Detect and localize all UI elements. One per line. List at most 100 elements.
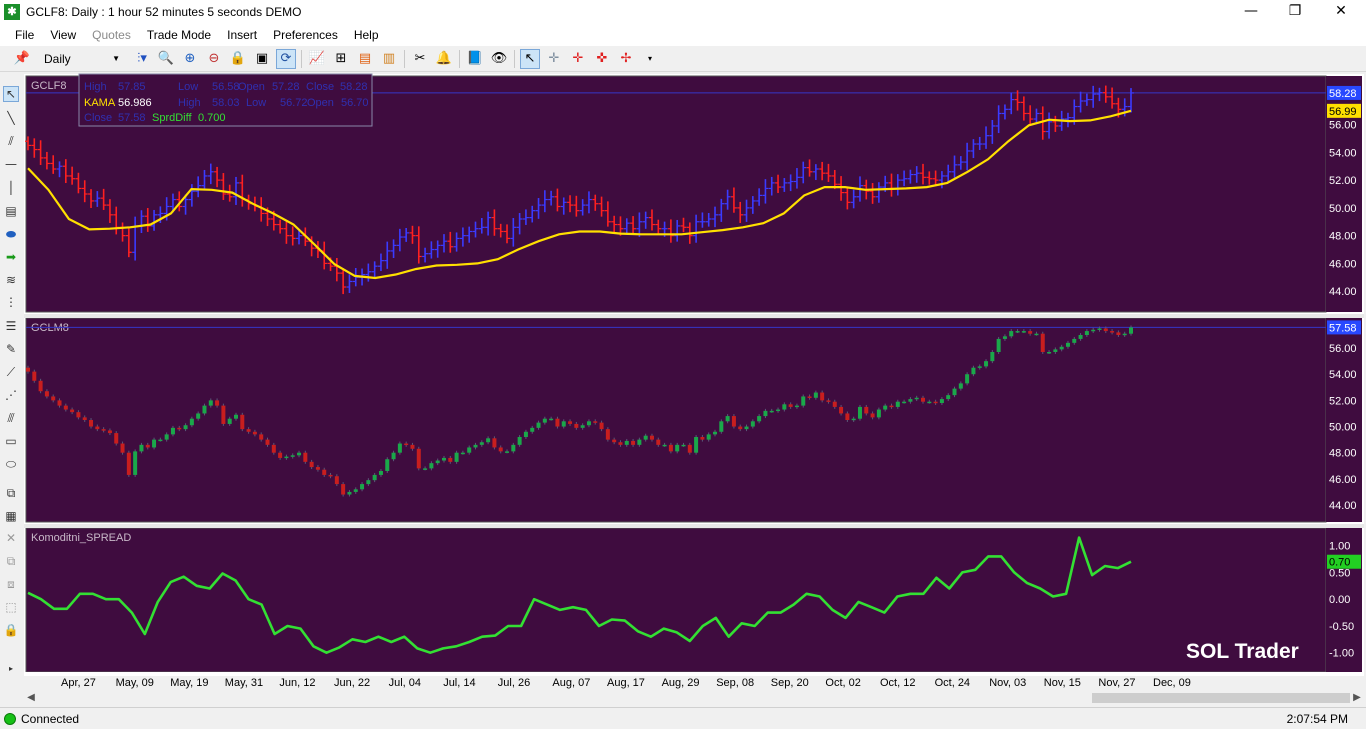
candle-body	[246, 429, 251, 432]
lock-icon[interactable]: 🔒	[228, 49, 248, 69]
candle-body	[372, 474, 377, 481]
candle-body	[460, 452, 465, 455]
candle-body	[763, 410, 768, 417]
zoom-out-icon[interactable]: ⊖	[204, 49, 224, 69]
bar-style-icon[interactable]: ⫶▾	[132, 49, 152, 69]
chart-area[interactable]: GCLF8 56.00 54.00 52.00 50.00 48.00 46.00 44.00…	[24, 73, 1364, 689]
menu-help[interactable]: Help	[346, 25, 387, 45]
chart-canvas[interactable]: GCLF8 56.00 54.00 52.00 50.00 48.00 46.00 44.00…	[24, 73, 1364, 689]
gann-tool-icon[interactable]: ☰	[3, 318, 19, 334]
scroll-left-icon[interactable]: ◀	[24, 690, 38, 706]
select-tool-icon[interactable]: ↖	[3, 86, 19, 102]
candle-body	[706, 434, 711, 440]
candle-body	[555, 418, 560, 427]
overflow-icon[interactable]: ▾	[640, 49, 660, 69]
candle-body	[813, 392, 818, 398]
eye-icon[interactable]: 👁	[489, 49, 509, 69]
y-tick-label: 0.50	[1329, 567, 1350, 579]
crosshair-icon[interactable]: ✛	[544, 49, 564, 69]
horizontal-scrollbar[interactable]: ◀ ▶	[24, 690, 1364, 706]
candle-body	[700, 437, 705, 440]
bar-color-icon[interactable]: ▤	[355, 49, 375, 69]
window-title: GCLF8: Daily : 1 hour 52 minutes 5 secon…	[26, 5, 302, 19]
menu-quotes[interactable]: Quotes	[84, 25, 139, 45]
pin-icon[interactable]: 📌	[12, 49, 32, 69]
selection-box-icon[interactable]: ⬚	[3, 599, 19, 615]
menu-view[interactable]: View	[42, 25, 84, 45]
close-button[interactable]: ✕	[1318, 0, 1364, 24]
menu-preferences[interactable]: Preferences	[265, 25, 346, 45]
candle-body	[378, 471, 383, 475]
zoom-in-icon[interactable]: ⊕	[180, 49, 200, 69]
tools-icon[interactable]: ✂	[410, 49, 430, 69]
candle-body	[586, 421, 591, 426]
candle-body	[284, 456, 289, 459]
candle-body	[794, 405, 799, 408]
crosshair-red3-icon[interactable]: ✢	[616, 49, 636, 69]
pointer-icon[interactable]: ↖	[520, 48, 540, 69]
bell-icon[interactable]: 🔔	[434, 49, 454, 69]
group-tool-icon[interactable]: ⧈	[3, 576, 19, 592]
lock-drawing-icon[interactable]: 🔒	[3, 622, 19, 638]
horizontal-line-icon[interactable]: —	[3, 156, 19, 172]
scrollbar-thumb[interactable]	[1092, 693, 1350, 703]
menu-file[interactable]: File	[7, 25, 42, 45]
candle-body	[681, 444, 686, 447]
crosshair-red2-icon[interactable]: ✜	[592, 49, 612, 69]
candle-body	[240, 414, 245, 430]
x-tick-label: Nov, 15	[1044, 677, 1081, 689]
x-tick-label: Nov, 27	[1098, 677, 1135, 689]
spread-value: 0.70	[1329, 557, 1350, 569]
scroll-right-icon[interactable]: ▶	[1350, 690, 1364, 706]
period-select[interactable]: Daily ▼	[40, 49, 124, 69]
candle-body	[38, 380, 43, 392]
note-tool-icon[interactable]: ▤	[3, 203, 19, 219]
image-tool-icon[interactable]: ▦	[3, 508, 19, 524]
ellipse-fill-icon[interactable]: ⬬	[3, 226, 19, 242]
book-icon[interactable]: 📘	[465, 49, 485, 69]
channel-tool-icon[interactable]: ⫽	[3, 133, 19, 149]
fib-tool-icon[interactable]: ⋮	[3, 294, 19, 310]
minimize-button[interactable]: —	[1228, 0, 1274, 24]
tree-icon[interactable]: ⊞	[331, 49, 351, 69]
maximize-button[interactable]: ❐	[1272, 0, 1318, 24]
y-tick-label: -0.50	[1329, 621, 1354, 633]
candle-body	[360, 484, 365, 490]
candle-body	[1122, 333, 1127, 336]
crosshair-red-icon[interactable]: ✛	[568, 49, 588, 69]
candle-body	[1078, 335, 1083, 339]
draw-mode-icon[interactable]: ⟳	[276, 48, 296, 69]
scroll-down-icon[interactable]: ▸	[3, 660, 19, 676]
bar-chart-icon[interactable]: ▥	[379, 49, 399, 69]
drawing-toolbar: ↖ ╲ ⫽ — │ ▤ ⬬ ➡ ≋ ⋮ ☰ ✎ ⟋ ⋰ ⫻ ▭ ⬭ ⧉ ▦ ✕ …	[0, 78, 22, 676]
candle-body	[769, 410, 774, 413]
ellipse-tool-icon[interactable]: ⬭	[3, 456, 19, 472]
layers-icon[interactable]: ⧉	[3, 485, 19, 501]
indicator-icon[interactable]: 📈	[307, 49, 327, 69]
copy-tool-icon[interactable]: ⧉	[3, 553, 19, 569]
fan-tool-icon[interactable]: ⋰	[3, 387, 19, 403]
candle-body	[511, 444, 516, 452]
parallel-tool-icon[interactable]: ⫻	[3, 410, 19, 426]
connection-status-icon	[4, 712, 16, 725]
candle-body	[233, 414, 238, 419]
zoom-icon[interactable]: 🔍	[156, 49, 176, 69]
candle-body	[1065, 342, 1070, 347]
trend-tool-icon[interactable]: ⟋	[3, 364, 19, 380]
candle-body	[826, 400, 831, 402]
rectangle-tool-icon[interactable]: ▭	[3, 433, 19, 449]
menu-insert[interactable]: Insert	[219, 25, 265, 45]
menu-trade-mode[interactable]: Trade Mode	[139, 25, 219, 45]
delete-tool-icon[interactable]: ✕	[3, 530, 19, 546]
pencil-tool-icon[interactable]: ✎	[3, 341, 19, 357]
arrow-tool-icon[interactable]: ➡	[3, 249, 19, 265]
legend-label: High	[84, 81, 107, 93]
vertical-line-icon[interactable]: │	[3, 180, 19, 196]
line-tool-icon[interactable]: ╲	[3, 110, 19, 126]
last-price-value: 57.58	[1329, 322, 1357, 334]
curve-tool-icon[interactable]: ≋	[3, 272, 19, 288]
fit-icon[interactable]: ▣	[252, 49, 272, 69]
candle-body	[189, 418, 194, 426]
candle-body	[404, 443, 409, 446]
candle-body	[851, 418, 856, 421]
